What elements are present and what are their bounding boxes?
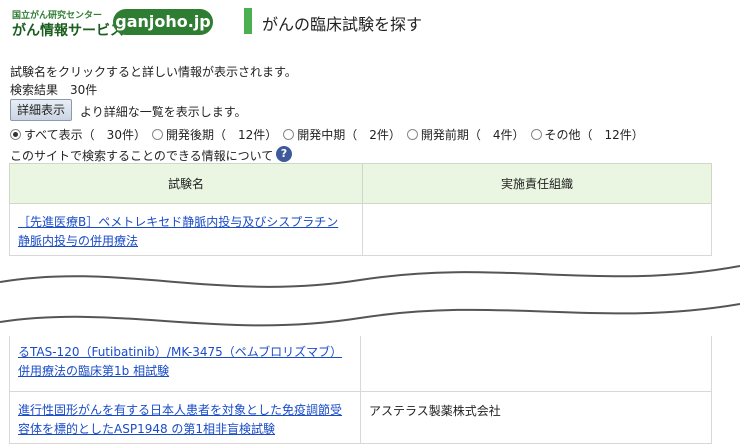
filter-late-phase[interactable]: 開発後期（ 12件） (151, 126, 277, 143)
ganjoho-logo-pill[interactable]: ganjoho.jp (113, 9, 213, 35)
trial-title-link[interactable]: ［先進医療B］ペメトレキセド静脈内投与及びシスプラチン 静脈内投与の併用療法 (10, 204, 362, 251)
title-accent-bar (244, 8, 252, 34)
click-hint-text: 試験名をクリックすると詳しい情報が表示されます。 (10, 65, 297, 79)
radio-icon[interactable] (10, 129, 21, 140)
results-count: 検索結果 30件 (10, 83, 98, 97)
filter-mid-phase[interactable]: 開発中期（ 2件） (283, 126, 401, 143)
org-cell (362, 203, 712, 256)
detail-hint-text: より詳細な一覧を表示します。 (80, 105, 247, 119)
filter-early-phase[interactable]: 開発前期（ 4件） (406, 126, 525, 143)
table-row: ［先進医療B］ペメトレキセド静脈内投与及びシスプラチン 静脈内投与の併用療法 (9, 203, 712, 256)
radio-icon[interactable] (406, 129, 418, 140)
radio-icon[interactable] (530, 129, 542, 140)
radio-icon[interactable] (151, 129, 163, 140)
page-title: がんの臨床試験を探す (262, 15, 423, 34)
org-cell (360, 336, 712, 392)
results-table-continued: るTAS-120（Futibatinib）/MK-3475（ペムブロリズマブ） … (9, 336, 712, 444)
filter-all[interactable]: すべて表示（ 30件） (10, 126, 146, 143)
results-table: 試験名 実施責任組織 ［先進医療B］ペメトレキセド静脈内投与及びシスプラチン 静… (9, 163, 712, 256)
table-row: 進行性固形がんを有する日本人患者を対象とした免疫調節受 容体を標的としたASP1… (9, 390, 712, 444)
org-cell: アステラス製薬株式会社 (360, 390, 712, 444)
ganjoho-logo-text[interactable]: がん情報サービス (12, 20, 124, 40)
detail-view-button[interactable]: 詳細表示 (10, 99, 73, 121)
help-icon[interactable]: ? (276, 146, 292, 162)
radio-icon[interactable] (283, 129, 295, 140)
column-header-title: 試験名 (9, 163, 363, 204)
about-search-info: このサイトで検索することのできる情報について (10, 149, 274, 163)
page-break-tear (0, 265, 740, 327)
filter-other[interactable]: その他（ 12件） (530, 126, 644, 143)
table-row: るTAS-120（Futibatinib）/MK-3475（ペムブロリズマブ） … (9, 336, 712, 392)
phase-filter-group: すべて表示（ 30件） 開発後期（ 12件） 開発中期（ 2件） 開発前期（ 4… (10, 126, 650, 143)
trial-title-link[interactable]: るTAS-120（Futibatinib）/MK-3475（ペムブロリズマブ） … (10, 336, 360, 381)
trial-title-link[interactable]: 進行性固形がんを有する日本人患者を対象とした免疫調節受 容体を標的としたASP1… (10, 392, 360, 439)
column-header-org: 実施責任組織 (362, 163, 712, 204)
